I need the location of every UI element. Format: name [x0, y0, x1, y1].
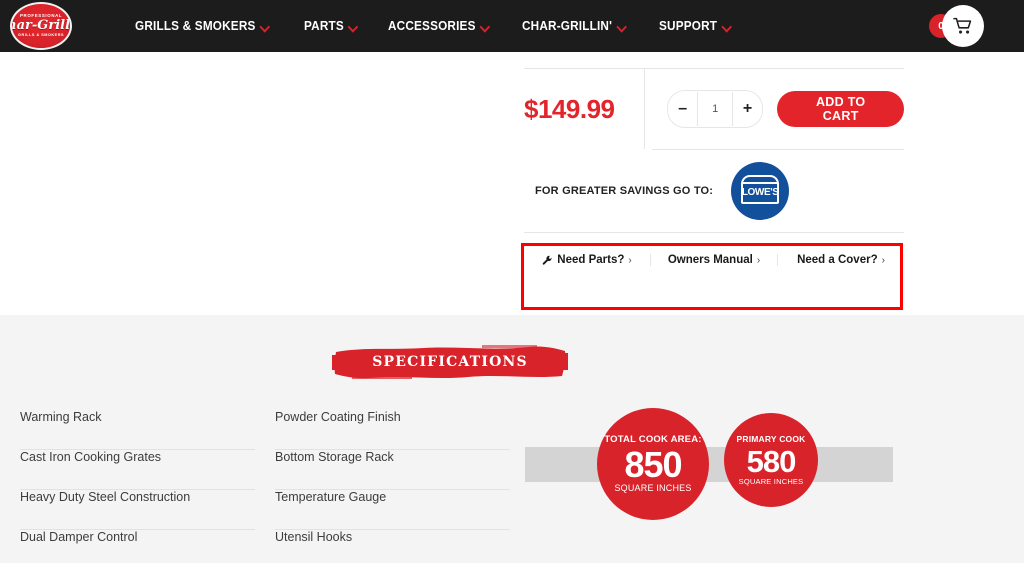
chevron-down-icon [261, 22, 269, 31]
support-links-row: Need Parts? › Owners Manual › Need a Cov… [524, 232, 904, 287]
spec-label: Warming Rack [20, 410, 102, 424]
nav-item-grills-smokers[interactable]: GRILLS & SMOKERS [135, 19, 270, 33]
specifications-title: SPECIFICATIONS [372, 354, 528, 370]
chevron-right-icon: › [881, 254, 885, 266]
lowes-logo-frame: LOWE'S [741, 175, 780, 204]
cart-button[interactable] [942, 5, 984, 47]
primary-cook-area-badge: PRIMARY COOK 580 SQUARE INCHES [724, 413, 818, 507]
spec-list-item: Warming Rack [20, 410, 255, 450]
badge-unit: SQUARE INCHES [614, 482, 692, 493]
chevron-down-icon [618, 22, 626, 31]
shopping-cart-icon [953, 17, 972, 34]
spec-list-item: Cast Iron Cooking Grates [20, 450, 255, 490]
quantity-increment-button[interactable]: + [732, 92, 763, 126]
specifications-section: SPECIFICATIONS Warming Rack Cast Iron Co… [0, 315, 1024, 563]
cart-area: 0 [924, 5, 999, 47]
spec-label: Dual Damper Control [20, 530, 138, 544]
spec-label: Utensil Hooks [275, 530, 353, 544]
total-cook-area-badge: TOTAL COOK AREA: 850 SQUARE INCHES [597, 408, 709, 520]
link-label: Need Parts? [557, 254, 625, 266]
spec-image-bar [525, 447, 893, 482]
site-header: PROFESSIONAL Char-Griller GRILLS & SMOKE… [0, 0, 1024, 52]
badge-value: 580 [746, 443, 797, 479]
price-and-cart-row: $149.99 – 1 + ADD TO CART [524, 68, 904, 149]
spec-list-item: Dual Damper Control [20, 530, 255, 569]
chevron-right-icon: › [756, 254, 761, 266]
badge-value: 850 [624, 443, 682, 485]
spec-list-item: Powder Coating Finish [275, 410, 510, 450]
nav-label: CHAR-GRILLIN' [521, 19, 612, 33]
specifications-column-left: Warming Rack Cast Iron Cooking Grates He… [20, 410, 255, 569]
nav-label: SUPPORT [658, 19, 717, 33]
nav-item-accessories[interactable]: ACCESSORIES [388, 19, 490, 33]
chevron-right-icon: › [628, 254, 632, 266]
chevron-down-icon [481, 22, 489, 31]
cart-controls: – 1 + ADD TO CART [645, 90, 904, 128]
quantity-stepper[interactable]: – 1 + [666, 90, 764, 128]
quantity-input[interactable]: 1 [697, 92, 733, 126]
badge-unit: SQUARE INCHES [738, 476, 804, 486]
product-price: $149.99 [524, 69, 645, 149]
spec-list-item: Utensil Hooks [275, 530, 510, 569]
badge-title: PRIMARY COOK [736, 434, 806, 444]
lowes-logo-text: LOWE'S [741, 187, 779, 198]
spec-label: Powder Coating Finish [275, 410, 401, 424]
char-griller-logo[interactable]: PROFESSIONAL Char-Griller GRILLS & SMOKE… [10, 2, 72, 50]
nav-item-support[interactable]: SUPPORT [659, 19, 731, 33]
buy-box: $149.99 – 1 + ADD TO CART FOR GREATER SA… [524, 68, 904, 287]
link-label: Need a Cover? [797, 254, 878, 266]
quantity-decrement-button[interactable]: – [667, 92, 698, 126]
product-page: PROFESSIONAL Char-Griller GRILLS & SMOKE… [0, 0, 1024, 563]
nav-label: GRILLS & SMOKERS [135, 19, 256, 33]
logo-top-text: PROFESSIONAL [19, 13, 63, 19]
wrench-icon [542, 255, 552, 265]
savings-inner: FOR GREATER SAVINGS GO TO: LOWE'S [535, 150, 790, 232]
specifications-banner: SPECIFICATIONS [332, 343, 568, 381]
savings-row: FOR GREATER SAVINGS GO TO: LOWE'S [535, 149, 904, 232]
main-navigation: GRILLS & SMOKERS PARTS ACCESSORIES CHAR-… [135, 0, 736, 52]
spec-label: Bottom Storage Rack [275, 450, 394, 464]
chevron-down-icon [722, 22, 730, 31]
spec-label: Temperature Gauge [275, 490, 387, 504]
nav-item-parts[interactable]: PARTS [304, 19, 358, 33]
link-label: Owners Manual [667, 254, 753, 266]
lowes-logo[interactable]: LOWE'S [731, 162, 790, 220]
chevron-down-icon [350, 22, 358, 31]
nav-item-char-grillin[interactable]: CHAR-GRILLIN' [522, 19, 626, 33]
specifications-column-right: Powder Coating Finish Bottom Storage Rac… [275, 410, 510, 569]
spec-list-item: Temperature Gauge [275, 490, 510, 530]
need-parts-link[interactable]: Need Parts? › [524, 254, 650, 266]
owners-manual-link[interactable]: Owners Manual › [650, 254, 777, 266]
need-a-cover-link[interactable]: Need a Cover? › [777, 254, 904, 266]
savings-label: FOR GREATER SAVINGS GO TO: [535, 185, 714, 197]
spec-list-item: Bottom Storage Rack [275, 450, 510, 490]
nav-label: ACCESSORIES [387, 19, 476, 33]
add-to-cart-button[interactable]: ADD TO CART [777, 91, 904, 127]
spec-list-item: Heavy Duty Steel Construction [20, 490, 255, 530]
spec-label: Heavy Duty Steel Construction [20, 490, 191, 504]
specifications-columns: Warming Rack Cast Iron Cooking Grates He… [20, 410, 510, 569]
nav-label: PARTS [304, 19, 345, 33]
spec-label: Cast Iron Cooking Grates [20, 450, 162, 464]
logo-bottom-text: GRILLS & SMOKERS [18, 33, 64, 38]
logo-brand-text: Char-Griller [12, 18, 71, 34]
